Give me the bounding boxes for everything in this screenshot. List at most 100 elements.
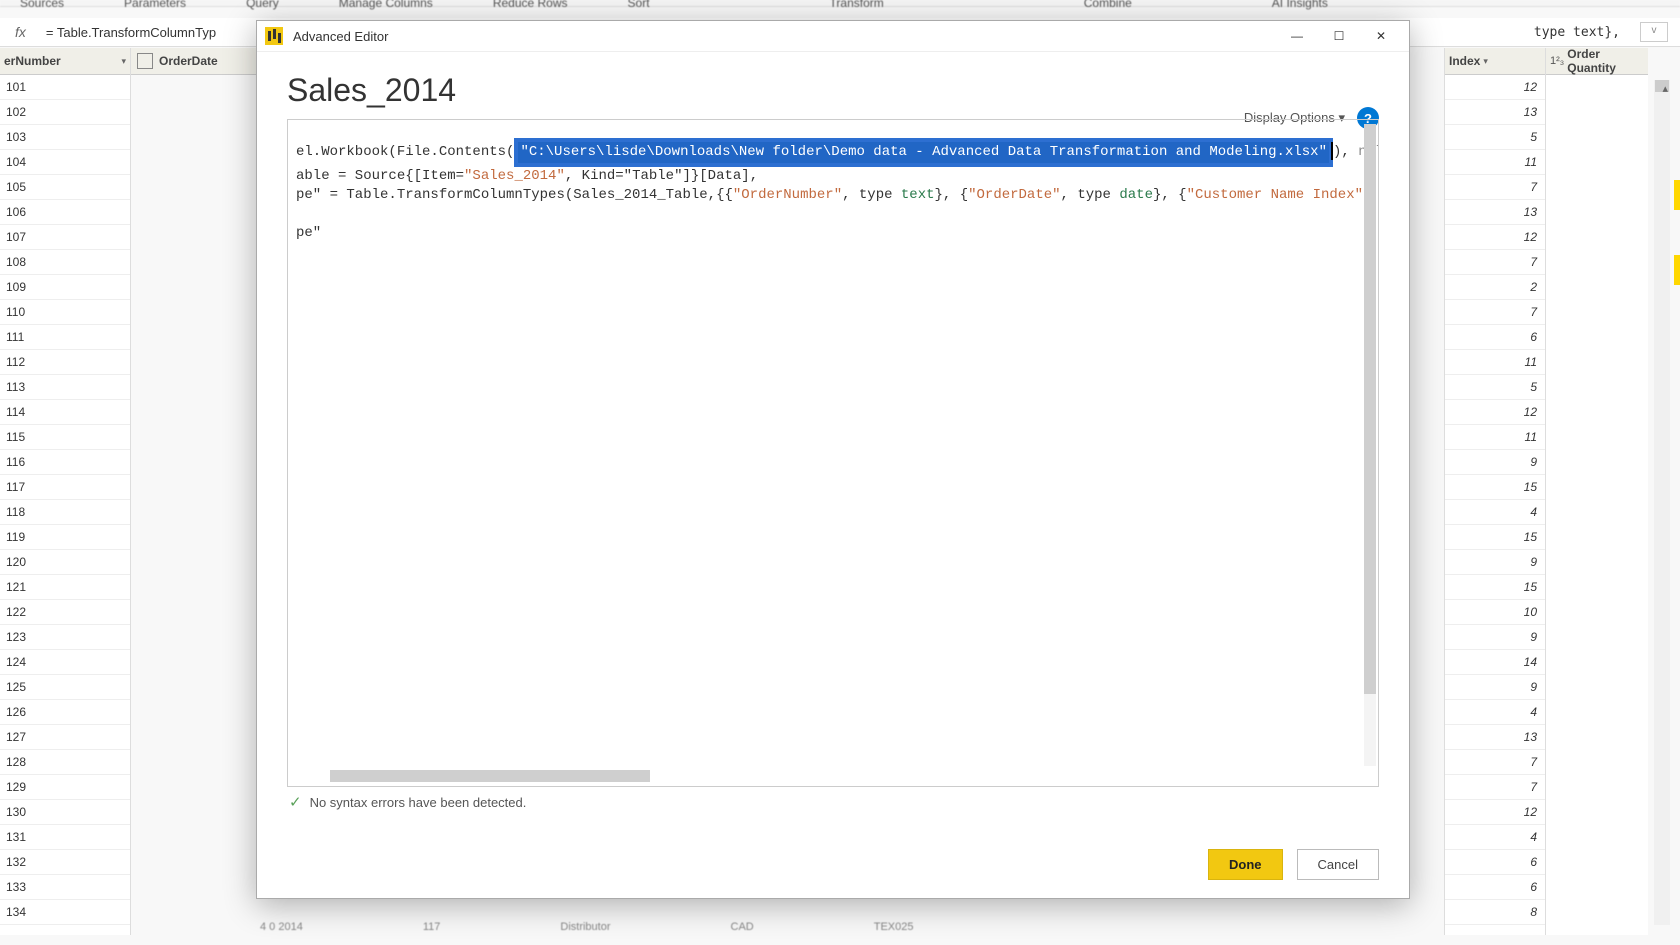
filter-dropdown-icon[interactable]: ▾	[121, 56, 126, 67]
table-cell[interactable]: 5	[1445, 375, 1545, 400]
table-row[interactable]: 130	[0, 800, 130, 825]
column-header-order-date[interactable]: OrderDate	[131, 48, 257, 75]
table-row[interactable]: 117	[0, 475, 130, 500]
table-cell[interactable]: 12	[1445, 75, 1545, 100]
ribbon-managecols[interactable]: Manage Columns	[339, 0, 433, 10]
table-row[interactable]: 121	[0, 575, 130, 600]
maximize-button[interactable]: ☐	[1319, 23, 1359, 49]
m-code-editor[interactable]: el.Workbook(File.Contents("C:\Users\lisd…	[287, 119, 1379, 787]
table-row[interactable]: 116	[0, 450, 130, 475]
ribbon-combine[interactable]: Combine	[1084, 0, 1132, 10]
table-cell[interactable]: 12	[1445, 400, 1545, 425]
table-row[interactable]: 111	[0, 325, 130, 350]
table-row[interactable]: 128	[0, 750, 130, 775]
table-row[interactable]: 102	[0, 100, 130, 125]
ribbon-reducerows[interactable]: Reduce Rows	[493, 0, 568, 10]
table-cell[interactable]: 13	[1445, 200, 1545, 225]
table-row[interactable]: 120	[0, 550, 130, 575]
table-row[interactable]: 133	[0, 875, 130, 900]
column-header-order-number[interactable]: erNumber ▾	[0, 48, 130, 75]
ribbon-transform[interactable]: Transform	[830, 0, 884, 10]
table-cell[interactable]: 12	[1445, 225, 1545, 250]
ribbon-ai[interactable]: AI Insights	[1272, 0, 1328, 10]
table-cell[interactable]: 4	[1445, 700, 1545, 725]
table-row[interactable]: 106	[0, 200, 130, 225]
selected-file-path[interactable]: "C:\Users\lisde\Downloads\New folder\Dem…	[514, 138, 1333, 167]
table-cell[interactable]: 11	[1445, 350, 1545, 375]
table-cell[interactable]: 7	[1445, 300, 1545, 325]
table-row[interactable]: 131	[0, 825, 130, 850]
table-cell[interactable]: 6	[1445, 875, 1545, 900]
column-header-order-quantity[interactable]: 1²₃ Order Quantity	[1546, 48, 1648, 75]
minimize-button[interactable]: —	[1277, 23, 1317, 49]
ribbon-sort[interactable]: Sort	[628, 0, 650, 10]
table-row[interactable]: 127	[0, 725, 130, 750]
table-cell[interactable]: 15	[1445, 475, 1545, 500]
table-cell[interactable]: 6	[1445, 850, 1545, 875]
table-cell[interactable]: 11	[1445, 425, 1545, 450]
table-cell[interactable]: 7	[1445, 750, 1545, 775]
scrollbar-thumb[interactable]	[1364, 124, 1376, 694]
table-cell[interactable]: 15	[1445, 525, 1545, 550]
column-header-name-index[interactable]: Index ▾	[1445, 48, 1545, 75]
table-row[interactable]: 112	[0, 350, 130, 375]
table-row[interactable]: 122	[0, 600, 130, 625]
table-row[interactable]: 109	[0, 275, 130, 300]
table-row[interactable]: 105	[0, 175, 130, 200]
table-row[interactable]: 132	[0, 850, 130, 875]
grid-scrollbar-vertical[interactable]	[1654, 80, 1670, 925]
table-row[interactable]: 103	[0, 125, 130, 150]
table-cell[interactable]: 7	[1445, 175, 1545, 200]
table-row[interactable]: 108	[0, 250, 130, 275]
cancel-button[interactable]: Cancel	[1297, 849, 1379, 880]
close-button[interactable]: ✕	[1361, 23, 1401, 49]
table-cell[interactable]: 5	[1445, 125, 1545, 150]
table-cell[interactable]: 9	[1445, 625, 1545, 650]
table-cell[interactable]: 4	[1445, 825, 1545, 850]
dialog-titlebar[interactable]: Advanced Editor — ☐ ✕	[257, 21, 1409, 52]
table-cell[interactable]: 9	[1445, 450, 1545, 475]
table-cell[interactable]: 4	[1445, 500, 1545, 525]
ribbon-query[interactable]: Query	[246, 0, 279, 10]
table-row[interactable]: 126	[0, 700, 130, 725]
table-cell[interactable]: 10	[1445, 600, 1545, 625]
filter-dropdown-icon[interactable]: ▾	[1483, 56, 1488, 67]
table-cell[interactable]: 13	[1445, 100, 1545, 125]
table-row[interactable]: 114	[0, 400, 130, 425]
done-button[interactable]: Done	[1208, 849, 1283, 880]
table-row[interactable]: 107	[0, 225, 130, 250]
table-cell[interactable]: 6	[1445, 325, 1545, 350]
editor-scrollbar-horizontal[interactable]	[292, 770, 1360, 782]
table-cell[interactable]: 2	[1445, 275, 1545, 300]
scrollbar-arrow-up-icon[interactable]: ▴	[1662, 82, 1668, 95]
table-row[interactable]: 104	[0, 150, 130, 175]
formula-text[interactable]: = Table.TransformColumnTyp	[46, 25, 216, 40]
table-cell[interactable]: 13	[1445, 725, 1545, 750]
table-cell[interactable]: 12	[1445, 800, 1545, 825]
table-row[interactable]: 124	[0, 650, 130, 675]
scrollbar-thumb[interactable]	[330, 770, 650, 782]
table-row[interactable]: 119	[0, 525, 130, 550]
ribbon-sources[interactable]: Sources	[20, 0, 64, 10]
table-row[interactable]: 134	[0, 900, 130, 925]
fx-icon[interactable]: fx	[15, 24, 26, 40]
table-cell[interactable]: 7	[1445, 250, 1545, 275]
table-cell[interactable]: 14	[1445, 650, 1545, 675]
table-row[interactable]: 118	[0, 500, 130, 525]
ribbon-params[interactable]: Parameters	[124, 0, 186, 10]
table-row[interactable]: 110	[0, 300, 130, 325]
editor-scrollbar-vertical[interactable]	[1364, 124, 1376, 766]
formula-dropdown-icon[interactable]: v	[1640, 22, 1668, 42]
table-cell[interactable]: 9	[1445, 675, 1545, 700]
table-cell[interactable]: 7	[1445, 775, 1545, 800]
table-row[interactable]: 129	[0, 775, 130, 800]
table-row[interactable]: 115	[0, 425, 130, 450]
table-cell[interactable]: 15	[1445, 575, 1545, 600]
table-row[interactable]: 113	[0, 375, 130, 400]
table-row[interactable]: 101	[0, 75, 130, 100]
table-row[interactable]: 123	[0, 625, 130, 650]
table-cell[interactable]: 9	[1445, 550, 1545, 575]
table-cell[interactable]: 11	[1445, 150, 1545, 175]
table-cell[interactable]: 8	[1445, 900, 1545, 925]
table-row[interactable]: 125	[0, 675, 130, 700]
